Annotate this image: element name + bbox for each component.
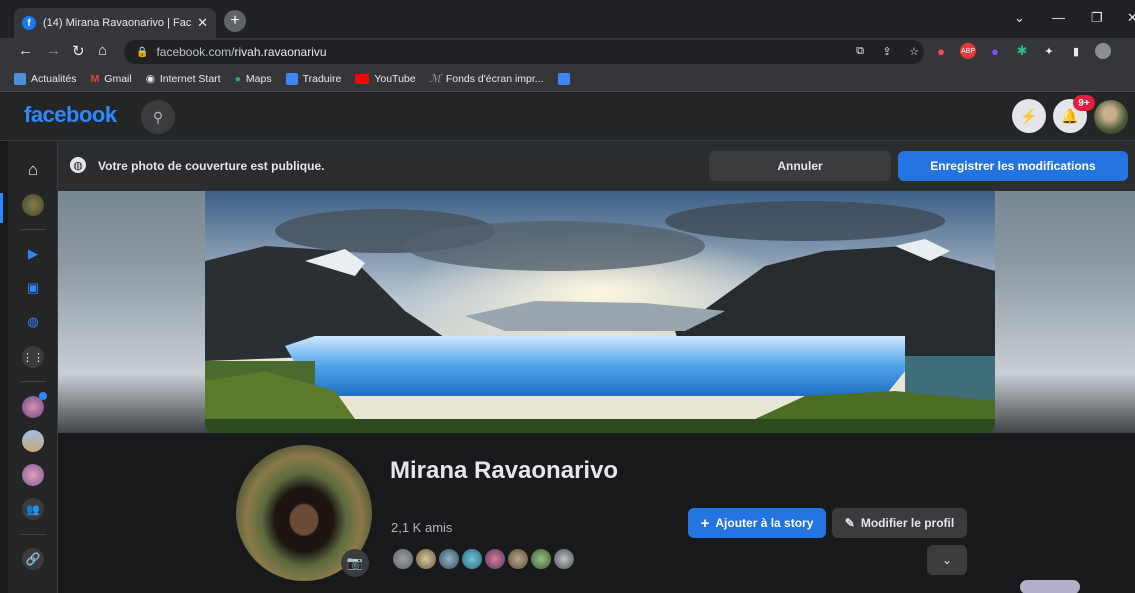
search-icon[interactable]: ⚲: [141, 100, 175, 134]
forms-icon: [557, 72, 570, 85]
notifications-badge: 9+: [1073, 95, 1095, 111]
pencil-icon: ✎: [844, 516, 855, 530]
friend-avatar[interactable]: [460, 547, 484, 571]
profile-name: Mirana Ravaonarivo: [390, 457, 619, 484]
bookmark-traduire[interactable]: Traduire: [285, 72, 341, 85]
url-path: rivah.ravaonarivu: [234, 45, 327, 59]
lock-icon: 🔒: [136, 46, 149, 58]
wallpaper-icon: ℳ: [429, 72, 441, 85]
plus-icon: +: [700, 514, 710, 532]
rail-divider: [20, 534, 46, 535]
group-shortcut-2[interactable]: [22, 430, 44, 452]
new-tab-button[interactable]: +: [224, 10, 246, 32]
toolbar-icons: ⧉ ⇪ ☆ ● ABP ● ✱ ✦ ▮: [852, 43, 1111, 59]
left-navigation-rail: ⌂ ▶ ▣ ◍ ⋮⋮ 👥 🔗: [0, 141, 58, 593]
translate-icon: [285, 72, 298, 85]
groups-icon[interactable]: 👥: [22, 498, 44, 520]
link-icon[interactable]: 🔗: [22, 548, 44, 570]
home-nav-icon[interactable]: ⌂: [22, 159, 44, 181]
gmail-icon: M: [90, 72, 100, 85]
messenger-icon[interactable]: ⚡: [1012, 99, 1046, 133]
cancel-button[interactable]: Annuler: [709, 151, 891, 181]
browser-toolbar: ← → ↻ ⌂ 🔒 facebook.com/ rivah.ravaonariv…: [0, 38, 1135, 66]
bookmarks-bar: Actualités M Gmail ◉ Internet Start ● Maps …: [0, 66, 1135, 92]
friend-avatar[interactable]: [437, 547, 461, 571]
globe-public-icon: ◍: [70, 157, 86, 173]
cover-public-message: Votre photo de couverture est publique.: [98, 159, 325, 173]
install-app-icon[interactable]: ⧉: [852, 43, 868, 59]
url-host: facebook.com/: [156, 45, 235, 59]
minimize-icon[interactable]: —: [1052, 10, 1065, 25]
unread-dot: [39, 392, 47, 400]
maps-pin-icon: ●: [234, 72, 241, 85]
facebook-logo[interactable]: facebook: [24, 102, 117, 128]
profile-nav-avatar[interactable]: [22, 194, 44, 216]
friend-avatar[interactable]: [506, 547, 530, 571]
bookmark-actualites[interactable]: Actualités: [14, 72, 77, 85]
extension-purple-icon[interactable]: ●: [987, 43, 1003, 59]
facebook-header: facebook ⚲ ⚡ 🔔: [0, 93, 1135, 141]
chevron-down-icon: ⌄: [941, 553, 953, 567]
floating-widget[interactable]: [1020, 580, 1080, 593]
marketplace-icon[interactable]: ▣: [22, 277, 44, 299]
adblock-extension-icon[interactable]: ABP: [960, 43, 976, 59]
facebook-favicon-icon: f: [22, 16, 36, 30]
bookmark-star-icon[interactable]: ☆: [906, 43, 922, 59]
close-window-icon[interactable]: ✕: [1127, 10, 1135, 26]
menu-grid-icon[interactable]: ⋮⋮: [22, 346, 44, 368]
browser-window: f (14) Mirana Ravaonarivo | Facebo ✕ + ⌄…: [0, 0, 1135, 593]
bookmark-maps[interactable]: ● Maps: [235, 73, 272, 85]
bookmark-fonds-ecran[interactable]: ℳ Fonds d'écran impr...: [430, 73, 544, 85]
add-to-story-button[interactable]: + Ajouter à la story: [688, 508, 826, 538]
restore-icon[interactable]: ❐: [1091, 10, 1103, 26]
tab-strip: f (14) Mirana Ravaonarivo | Facebo ✕ + ⌄…: [0, 0, 1135, 38]
address-bar[interactable]: 🔒 facebook.com/ rivah.ravaonarivu: [124, 40, 924, 64]
edit-profile-button[interactable]: ✎ Modifier le profil: [832, 508, 967, 538]
reload-icon[interactable]: ↻: [72, 42, 85, 60]
cover-photo[interactable]: [205, 191, 995, 433]
youtube-icon: [355, 73, 370, 84]
friend-avatar[interactable]: [529, 547, 553, 571]
friends-count[interactable]: 2,1 K amis: [391, 520, 452, 535]
group-shortcut-3[interactable]: [22, 464, 44, 486]
forward-icon[interactable]: →: [46, 42, 61, 59]
bookmark-forms[interactable]: [557, 72, 570, 85]
bookmark-youtube[interactable]: YouTube: [355, 73, 416, 85]
extensions-puzzle-icon[interactable]: ✦: [1041, 43, 1057, 59]
globe-icon: ◉: [145, 72, 155, 85]
back-icon[interactable]: ←: [18, 42, 33, 59]
camera-icon[interactable]: 📷: [341, 549, 369, 577]
friend-avatar[interactable]: [414, 547, 438, 571]
active-indicator: [0, 193, 3, 223]
news-icon: [14, 72, 26, 85]
close-tab-icon[interactable]: ✕: [197, 15, 208, 31]
glacier-landscape-image: [205, 191, 995, 433]
tab-title: (14) Mirana Ravaonarivo | Facebo: [43, 17, 192, 29]
browser-tab[interactable]: f (14) Mirana Ravaonarivo | Facebo ✕: [14, 8, 216, 38]
watch-icon[interactable]: ▶: [22, 243, 44, 265]
rail-divider: [20, 229, 46, 230]
rail-divider: [20, 381, 46, 382]
friend-avatar[interactable]: [391, 547, 415, 571]
browser-profile-icon[interactable]: [1095, 43, 1111, 59]
bookmark-gmail[interactable]: M Gmail: [91, 73, 132, 85]
extension-green-icon[interactable]: ✱: [1014, 43, 1030, 59]
friend-avatar[interactable]: [552, 547, 576, 571]
share-icon[interactable]: ⇪: [879, 43, 895, 59]
gaming-icon[interactable]: ◍: [22, 311, 44, 333]
tab-search-chevron-icon[interactable]: ⌄: [1014, 10, 1025, 26]
more-options-button[interactable]: ⌄: [927, 545, 967, 575]
cover-notice-bar: ◍ Votre photo de couverture est publique…: [58, 141, 1135, 191]
account-avatar[interactable]: [1094, 100, 1128, 134]
bookmark-internet-start[interactable]: ◉ Internet Start: [146, 73, 221, 85]
save-changes-button[interactable]: Enregistrer les modifications: [898, 151, 1128, 181]
home-icon[interactable]: ⌂: [98, 42, 107, 59]
friend-avatar[interactable]: [483, 547, 507, 571]
opera-extension-icon[interactable]: ●: [933, 43, 949, 59]
side-panel-icon[interactable]: ▮: [1068, 43, 1084, 59]
